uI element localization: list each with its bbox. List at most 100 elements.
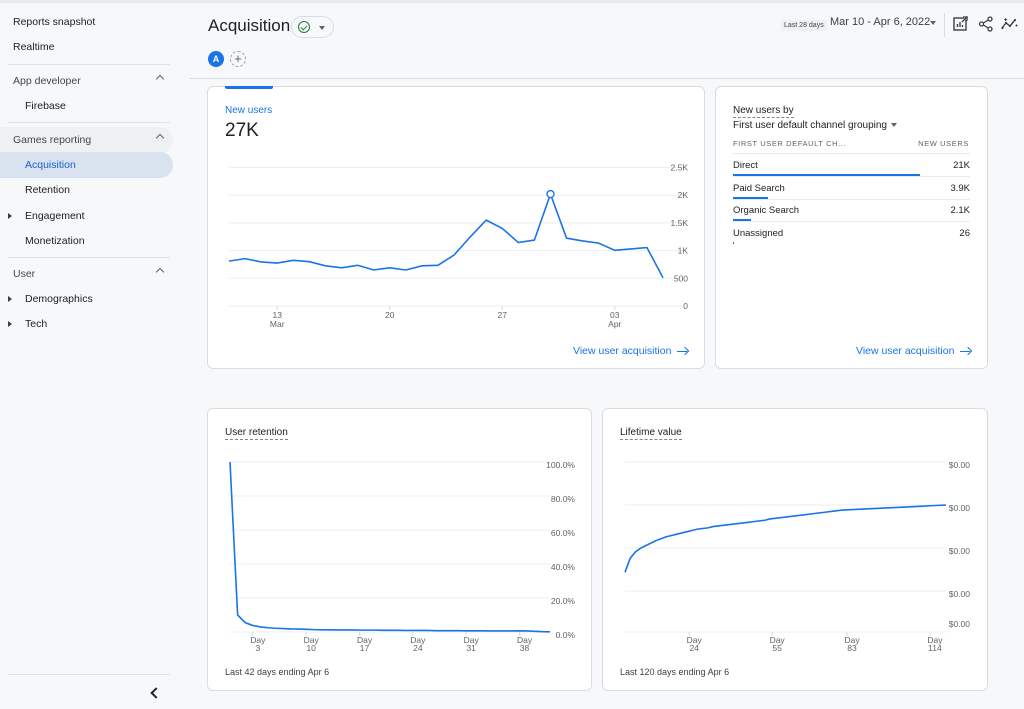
share-icon[interactable]: [977, 15, 995, 33]
dimension-dropdown[interactable]: First user default channel grouping: [733, 120, 897, 131]
x-tick-sublabel: 38: [520, 643, 530, 653]
dropdown-triangle-icon: [890, 123, 897, 127]
y-tick-label: 20.0%: [551, 596, 576, 606]
sidebar-item-label: Reports snapshot: [13, 16, 96, 28]
user-retention-line-chart: 0.0%20.0%40.0%60.0%80.0%100.0%Day3Day10D…: [229, 460, 576, 653]
add-comparison-button[interactable]: +: [230, 51, 246, 67]
arrow-right-icon: [677, 347, 688, 355]
chevron-up-icon: [155, 267, 165, 277]
row-divider: [733, 198, 970, 200]
channel-value: 21K: [953, 160, 970, 171]
header-divider: [944, 13, 945, 37]
dimension-label: First user default channel grouping: [733, 120, 887, 131]
retention-series-line: [229, 461, 551, 633]
row-divider: [733, 176, 970, 177]
ltv-series-line: [624, 504, 947, 573]
table-row[interactable]: Direct 21K: [733, 157, 970, 179]
y-tick-label: 2K: [678, 190, 689, 200]
comparison-avatar[interactable]: A: [208, 51, 224, 67]
channel-name: Organic Search: [733, 205, 800, 216]
channel-name: Unassigned: [733, 227, 784, 239]
y-tick-label: 100.0%: [546, 460, 575, 470]
y-tick-label: 500: [674, 273, 688, 283]
y-tick-label: 40.0%: [551, 562, 576, 572]
sidebar-item-label: Retention: [25, 184, 70, 196]
new-users-card: New users 27K 0 500 1K 1.5K 2K 2.5K 13 Mar 20 27 0…: [207, 86, 705, 369]
dropdown-triangle-icon: [319, 26, 325, 30]
sidebar-item-realtime[interactable]: Realtime: [0, 34, 173, 60]
column-header-new-users: NEW USERS: [918, 139, 969, 148]
sidebar-section-games-reporting[interactable]: Games reporting: [0, 127, 173, 153]
insights-icon[interactable]: [1001, 15, 1019, 33]
sidebar-item-firebase[interactable]: Firebase: [0, 93, 173, 119]
channel-value: 26: [959, 227, 970, 239]
x-tick-sublabel: 10: [306, 643, 316, 653]
y-tick-label: $0.00: [949, 460, 971, 470]
sidebar-item-label: Tech: [25, 318, 48, 330]
x-tick-sublabel: 55: [772, 643, 782, 653]
y-tick-label: $0.00: [949, 589, 971, 599]
chevron-up-icon: [155, 133, 165, 143]
sidebar-item-tech[interactable]: Tech: [0, 311, 173, 337]
date-dropdown-triangle-icon[interactable]: [930, 21, 936, 25]
y-tick-label: $0.00: [949, 546, 971, 556]
table-row[interactable]: Unassigned 26: [733, 225, 970, 247]
card-footer: Last 42 days ending Apr 6: [225, 667, 330, 677]
sidebar-item-retention[interactable]: Retention: [0, 177, 173, 203]
table-row[interactable]: Paid Search 3.9K: [733, 180, 970, 202]
y-tick-label: 60.0%: [551, 528, 576, 538]
sidebar-section-user[interactable]: User: [0, 261, 173, 287]
sidebar-section-label: User: [13, 268, 36, 280]
chevron-up-icon: [155, 74, 165, 84]
card-footer: Last 120 days ending Apr 6: [620, 667, 730, 677]
new-users-series-line: [228, 191, 664, 279]
page-header: Acquisition A + Last 28 days Mar 10 - Ap…: [190, 3, 1024, 79]
sidebar-item-label: Realtime: [13, 41, 55, 53]
page-title: Acquisition: [208, 16, 291, 35]
new-users-by-channel-card: New users by First user default channel …: [715, 86, 988, 369]
date-range-label: Last 28 days: [781, 20, 827, 31]
customize-report-icon[interactable]: [952, 15, 970, 33]
sidebar-divider: [8, 122, 170, 123]
collapse-sidebar-chevron-left-icon[interactable]: [147, 686, 161, 700]
lifetime-value-line-chart: $0.00$0.00$0.00$0.00$0.00Day24Day55Day83…: [624, 460, 971, 653]
report-status-dropdown[interactable]: [291, 16, 334, 38]
x-tick-sublabel: 3: [255, 643, 260, 653]
sidebar-item-engagement[interactable]: Engagement: [0, 203, 173, 229]
sidebar-item-reports-snapshot[interactable]: Reports snapshot: [0, 9, 173, 35]
x-tick-sublabel: 24: [413, 643, 423, 653]
sidebar-section-label: App developer: [13, 75, 81, 87]
share-bar: [733, 241, 734, 244]
column-header-dimension: FIRST USER DEFAULT CH…: [733, 139, 847, 148]
expand-triangle-icon: [8, 213, 12, 219]
table-row[interactable]: Organic Search 2.1K: [733, 202, 970, 224]
channel-value: 2.1K: [950, 205, 970, 216]
view-user-acquisition-link[interactable]: View user acquisition: [856, 345, 971, 357]
lifetime-value-card: Lifetime value $0.00 $0.00 $0.00 $0.00 $0.00…: [602, 408, 988, 691]
x-tick-sublabel: 17: [360, 643, 370, 653]
y-tick-label: 80.0%: [551, 494, 576, 504]
sidebar-item-label: Acquisition: [25, 159, 76, 171]
sidebar-divider: [8, 674, 170, 675]
sidebar-item-demographics[interactable]: Demographics: [0, 286, 173, 312]
sidebar-item-label: Firebase: [25, 100, 66, 112]
y-tick-label: $0.00: [949, 619, 971, 629]
x-tick-sublabel: 83: [847, 643, 857, 653]
sidebar-section-app-developer[interactable]: App developer: [0, 68, 173, 94]
expand-triangle-icon: [8, 321, 12, 327]
sidebar-item-label: Monetization: [25, 235, 85, 247]
link-label: View user acquisition: [573, 345, 672, 357]
date-range-picker[interactable]: Mar 10 - Apr 6, 2022: [830, 16, 930, 28]
view-user-acquisition-link[interactable]: View user acquisition: [573, 345, 688, 357]
sidebar-section-label: Games reporting: [13, 134, 92, 146]
sidebar-item-acquisition[interactable]: Acquisition: [0, 152, 173, 178]
card-title[interactable]: New users by: [733, 105, 794, 118]
y-tick-label: 0.0%: [556, 630, 576, 640]
check-circle-icon: [298, 21, 310, 33]
user-retention-card: User retention 0.0% 20.0% 40.0% 60.0% 80.0% 1…: [207, 408, 592, 691]
x-tick-sublabel: Mar: [270, 319, 285, 329]
share-bar: [733, 174, 921, 176]
channel-value: 3.9K: [950, 182, 970, 194]
sidebar-item-monetization[interactable]: Monetization: [0, 228, 173, 254]
sidebar: Reports snapshot Realtime App developer …: [0, 3, 190, 709]
